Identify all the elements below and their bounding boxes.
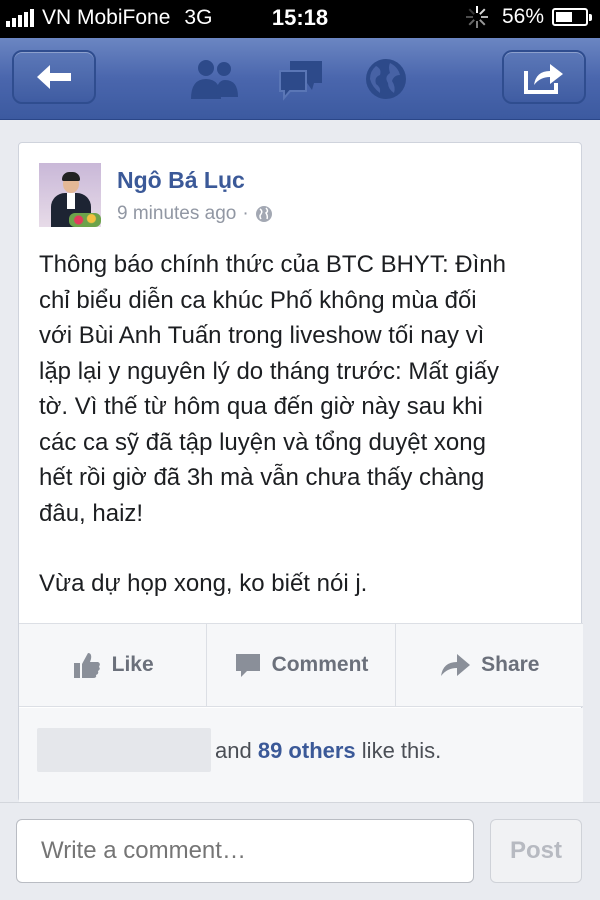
back-arrow-icon xyxy=(37,65,71,89)
comment-button[interactable]: Comment xyxy=(206,624,394,706)
globe-icon[interactable] xyxy=(364,57,408,101)
post-meta: 9 minutes ago · xyxy=(117,203,273,225)
comment-icon xyxy=(235,654,260,677)
comment-label: Comment xyxy=(271,653,369,676)
messages-icon[interactable] xyxy=(276,57,326,101)
post-actions: Like Comment Share xyxy=(19,623,583,707)
back-button[interactable] xyxy=(12,50,96,104)
globe-icon xyxy=(255,206,272,222)
likes-text: and 89 others like this. xyxy=(215,738,442,763)
post-paragraph: Vừa dự họp xong, ko biết nói j. xyxy=(39,570,368,597)
share-label: Share xyxy=(481,653,540,676)
comment-input[interactable] xyxy=(16,819,474,883)
nav-bar xyxy=(0,38,600,120)
like-label: Like xyxy=(111,653,154,676)
share-arrow-icon xyxy=(441,654,471,676)
post-button[interactable]: Post xyxy=(490,819,582,883)
meta-separator: · xyxy=(242,203,249,224)
comment-composer: Post xyxy=(0,802,600,900)
share-button[interactable] xyxy=(502,50,586,104)
post-body: Thông báo chính thức của BTC BHYT: Đình … xyxy=(39,247,569,602)
post-card: Ngô Bá Lục 9 minutes ago · Thông báo chí… xyxy=(18,142,583,802)
status-bar: VN MobiFone 3G 15:18 56% xyxy=(0,0,600,38)
share-icon xyxy=(524,64,563,94)
post-timestamp[interactable]: 9 minutes ago xyxy=(117,203,236,225)
avatar[interactable] xyxy=(39,163,101,227)
thumbs-up-icon xyxy=(73,653,100,678)
blurred-name-placeholder xyxy=(37,728,211,772)
friends-icon[interactable] xyxy=(188,57,240,101)
share-action-button[interactable]: Share xyxy=(394,624,583,706)
like-button[interactable]: Like xyxy=(19,624,206,706)
likes-summary: and 89 others like this. xyxy=(19,708,583,802)
battery-icon xyxy=(552,8,592,26)
battery-fill xyxy=(556,12,572,22)
battery-percent: 56% xyxy=(501,5,544,28)
activity-spinner-icon xyxy=(465,6,488,28)
author-name[interactable]: Ngô Bá Lục xyxy=(117,167,245,194)
likes-others-link[interactable]: 89 others xyxy=(258,738,356,763)
post-paragraph: Thông báo chính thức của BTC BHYT: Đình … xyxy=(39,251,506,527)
